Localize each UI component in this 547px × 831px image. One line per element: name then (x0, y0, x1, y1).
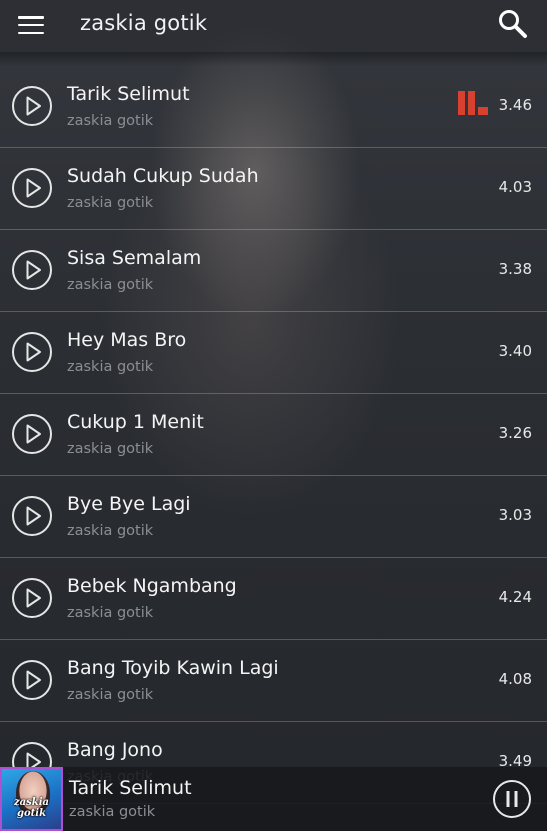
song-title: Tarik Selimut (67, 83, 190, 105)
song-row[interactable]: Bang Toyib Kawin Lagi zaskia gotik 4.08 (0, 640, 547, 722)
song-title: Sisa Semalam (67, 247, 202, 269)
song-artist: zaskia gotik (67, 687, 154, 703)
play-icon[interactable] (11, 167, 53, 209)
song-duration: 3.40 (498, 342, 532, 360)
pause-icon (493, 780, 531, 818)
now-playing-bar[interactable]: zaskia gotik Tarik Selimut zaskia gotik (0, 767, 547, 831)
song-artist: zaskia gotik (67, 113, 154, 129)
song-duration: 3.03 (498, 506, 532, 524)
song-row[interactable]: Tarik Selimut zaskia gotik 3.46 (0, 66, 547, 148)
song-artist: zaskia gotik (67, 195, 154, 211)
app-title: zaskia gotik (80, 11, 208, 35)
song-row[interactable]: Sisa Semalam zaskia gotik 3.38 (0, 230, 547, 312)
play-icon[interactable] (11, 85, 53, 127)
song-duration: 3.26 (498, 424, 532, 442)
song-row[interactable]: Bebek Ngambang zaskia gotik 4.24 (0, 558, 547, 640)
search-icon[interactable] (497, 8, 529, 40)
play-icon[interactable] (11, 495, 53, 537)
equalizer-icon (457, 90, 489, 116)
song-artist: zaskia gotik (67, 277, 154, 293)
song-row[interactable]: Sudah Cukup Sudah zaskia gotik 4.03 (0, 148, 547, 230)
song-artist: zaskia gotik (67, 441, 154, 457)
song-artist: zaskia gotik (67, 523, 154, 539)
song-title: Bang Jono (67, 739, 163, 761)
song-artist: zaskia gotik (67, 359, 154, 375)
song-list: Tarik Selimut zaskia gotik 3.46 Sudah Cukup… (0, 66, 547, 804)
song-title: Sudah Cukup Sudah (67, 165, 259, 187)
album-cover[interactable]: zaskia gotik (0, 767, 63, 831)
song-artist: zaskia gotik (67, 605, 154, 621)
song-row[interactable]: Bye Bye Lagi zaskia gotik 3.03 (0, 476, 547, 558)
play-icon[interactable] (11, 413, 53, 455)
play-icon[interactable] (11, 331, 53, 373)
song-title: Bebek Ngambang (67, 575, 237, 597)
play-icon[interactable] (11, 249, 53, 291)
song-duration: 3.38 (498, 260, 532, 278)
app-bar: zaskia gotik (0, 0, 547, 52)
pause-button[interactable] (492, 779, 532, 819)
song-title: Bang Toyib Kawin Lagi (67, 657, 279, 679)
song-duration: 4.03 (498, 178, 532, 196)
cover-logo-text: zaskia gotik (14, 797, 49, 819)
hamburger-menu-icon[interactable] (18, 13, 44, 37)
song-title: Bye Bye Lagi (67, 493, 191, 515)
app-bar-shadow (0, 52, 547, 66)
song-duration: 3.46 (498, 96, 532, 114)
song-title: Hey Mas Bro (67, 329, 187, 351)
now-playing-artist: zaskia gotik (69, 804, 156, 820)
song-title: Cukup 1 Menit (67, 411, 204, 433)
song-duration: 4.24 (498, 588, 532, 606)
play-icon[interactable] (11, 577, 53, 619)
song-row[interactable]: Hey Mas Bro zaskia gotik 3.40 (0, 312, 547, 394)
song-duration: 4.08 (498, 670, 532, 688)
now-playing-title: Tarik Selimut (69, 777, 192, 799)
song-row[interactable]: Cukup 1 Menit zaskia gotik 3.26 (0, 394, 547, 476)
play-icon[interactable] (11, 659, 53, 701)
